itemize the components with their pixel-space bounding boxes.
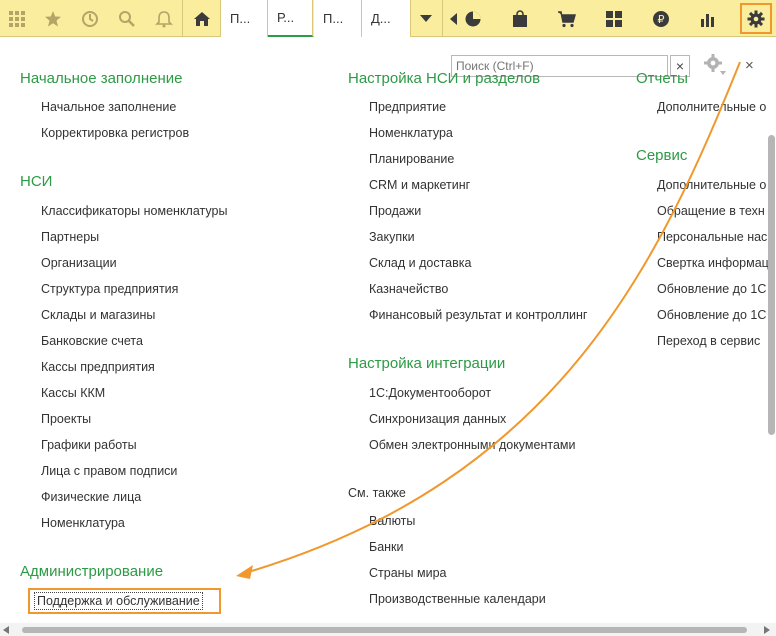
section-title-initial-fill: Начальное заполнение xyxy=(20,70,183,87)
link-update-2[interactable]: Обновление до 1С xyxy=(657,308,766,322)
settings-section-button[interactable] xyxy=(740,3,772,34)
link-1c-docflow[interactable]: 1С:Документооборот xyxy=(369,386,491,400)
panel-settings-icon[interactable] xyxy=(702,52,728,78)
section-title-reports: Отчеты xyxy=(636,70,688,87)
scroll-left-arrow-icon[interactable] xyxy=(3,626,9,634)
link-service-transition[interactable]: Переход в сервис xyxy=(657,334,760,348)
link-planning[interactable]: Планирование xyxy=(369,152,454,166)
link-signatories[interactable]: Лица с правом подписи xyxy=(41,464,177,478)
search-icon[interactable] xyxy=(114,0,140,37)
link-update-1[interactable]: Обновление до 1С xyxy=(657,282,766,296)
link-tech-support[interactable]: Обращение в техн xyxy=(657,204,765,218)
tab-3[interactable]: П... xyxy=(314,0,362,37)
vertical-scroll-thumb[interactable] xyxy=(768,135,775,435)
ruble-icon[interactable]: ₽ xyxy=(648,0,674,37)
tab-label: Д... xyxy=(371,11,391,26)
tab-2[interactable]: Р... xyxy=(268,0,313,37)
horizontal-scrollbar[interactable] xyxy=(0,623,776,636)
link-financial-result[interactable]: Финансовый результат и контроллинг xyxy=(369,308,587,322)
tab-label: П... xyxy=(323,11,344,26)
apps-grid-icon[interactable] xyxy=(4,0,30,37)
link-additional-processing[interactable]: Дополнительные о xyxy=(657,178,766,192)
section-title-nsi-settings: Настройка НСИ и разделов xyxy=(348,70,541,87)
link-nomenclature-classifiers[interactable]: Классификаторы номенклатуры xyxy=(41,204,227,218)
tab-label: Р... xyxy=(277,10,295,25)
cart-icon[interactable] xyxy=(554,0,580,37)
link-organizations[interactable]: Организации xyxy=(41,256,117,270)
link-info-collapse[interactable]: Свертка информац xyxy=(657,256,769,270)
bell-icon[interactable] xyxy=(151,0,177,37)
history-icon[interactable] xyxy=(77,0,103,37)
link-work-schedules[interactable]: Графики работы xyxy=(41,438,137,452)
link-warehouses-stores[interactable]: Склады и магазины xyxy=(41,308,155,322)
section-title-administration: Администрирование xyxy=(20,563,164,580)
link-register-adjustment[interactable]: Корректировка регистров xyxy=(41,126,189,140)
link-enterprise[interactable]: Предприятие xyxy=(369,100,446,114)
link-purchases[interactable]: Закупки xyxy=(369,230,415,244)
link-enterprise-structure[interactable]: Структура предприятия xyxy=(41,282,178,296)
link-bank-accounts[interactable]: Банковские счета xyxy=(41,334,143,348)
link-additional-reports[interactable]: Дополнительные о xyxy=(657,100,766,114)
link-support-maintenance[interactable]: Поддержка и обслуживание xyxy=(28,588,221,614)
scroll-left-icon[interactable] xyxy=(446,0,460,37)
bar-chart-icon[interactable] xyxy=(695,0,721,37)
link-banks[interactable]: Банки xyxy=(369,540,404,554)
link-initial-fill[interactable]: Начальное заполнение xyxy=(41,100,176,114)
link-personal-settings[interactable]: Персональные нас xyxy=(657,230,767,244)
link-cash-desks[interactable]: Кассы предприятия xyxy=(41,360,155,374)
grid-icon[interactable] xyxy=(601,0,627,37)
section-title-nsi: НСИ xyxy=(20,173,53,190)
link-projects[interactable]: Проекты xyxy=(41,412,91,426)
tabs-dropdown-icon[interactable] xyxy=(412,0,440,37)
horizontal-scroll-thumb[interactable] xyxy=(22,627,747,633)
link-warehouse-delivery[interactable]: Склад и доставка xyxy=(369,256,471,270)
main-toolbar: П... Р... П... Д... ₽ xyxy=(0,0,776,37)
link-countries[interactable]: Страны мира xyxy=(369,566,447,580)
link-treasury[interactable]: Казначейство xyxy=(369,282,448,296)
link-cash-registers[interactable]: Кассы ККМ xyxy=(41,386,105,400)
link-nomenclature[interactable]: Номенклатура xyxy=(41,516,125,530)
scroll-right-arrow-icon[interactable] xyxy=(764,626,770,634)
tab-label: П... xyxy=(230,11,251,26)
star-icon[interactable] xyxy=(40,0,66,37)
link-currencies[interactable]: Валюты xyxy=(369,514,415,528)
link-sales[interactable]: Продажи xyxy=(369,204,421,218)
pie-chart-icon[interactable] xyxy=(460,0,486,37)
see-also-title: См. также xyxy=(348,486,406,500)
link-nomenclature-settings[interactable]: Номенклатура xyxy=(369,126,453,140)
bag-icon[interactable] xyxy=(507,0,533,37)
home-icon[interactable] xyxy=(188,0,216,37)
link-edi-exchange[interactable]: Обмен электронными документами xyxy=(369,438,575,452)
tab-1[interactable]: П... xyxy=(221,0,268,37)
link-crm-marketing[interactable]: CRM и маркетинг xyxy=(369,178,470,192)
link-partners[interactable]: Партнеры xyxy=(41,230,99,244)
gear-icon xyxy=(747,10,765,27)
link-support-maintenance-label: Поддержка и обслуживание xyxy=(34,592,203,610)
section-title-integration-settings: Настройка интеграции xyxy=(348,355,506,372)
vertical-scrollbar[interactable] xyxy=(767,112,776,623)
close-panel-button[interactable]: × xyxy=(745,57,754,74)
link-individuals[interactable]: Физические лица xyxy=(41,490,141,504)
tab-4[interactable]: Д... xyxy=(362,0,411,37)
svg-text:₽: ₽ xyxy=(658,13,665,26)
top-clip-mask xyxy=(0,38,440,72)
link-production-calendars[interactable]: Производственные календари xyxy=(369,592,546,606)
section-title-service: Сервис xyxy=(636,147,688,164)
link-data-sync[interactable]: Синхронизация данных xyxy=(369,412,506,426)
close-icon: × xyxy=(745,57,754,74)
